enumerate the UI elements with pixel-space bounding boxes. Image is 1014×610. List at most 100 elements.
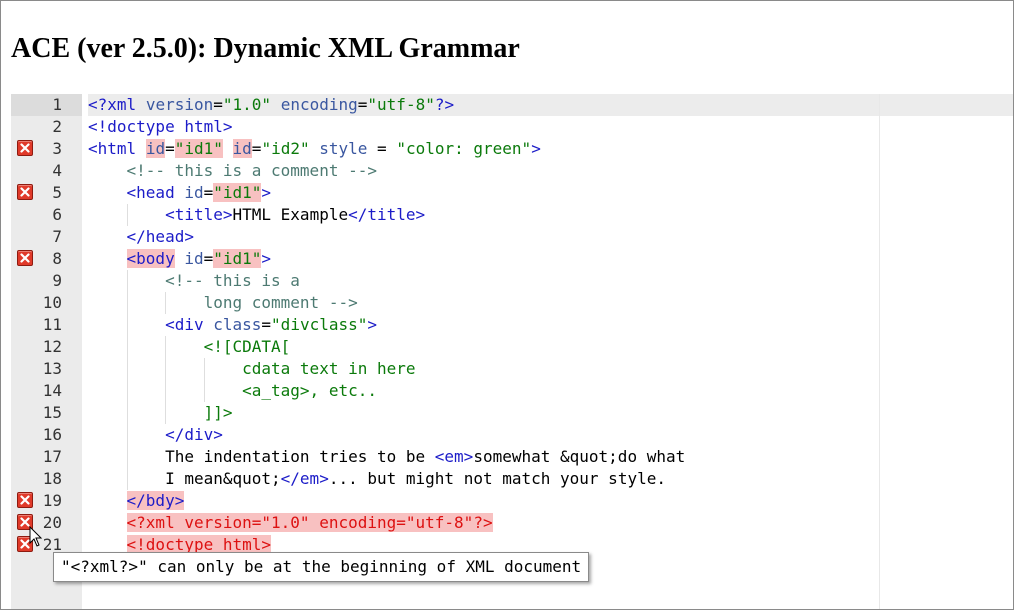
line-number-gutter[interactable]: 1234567891011121314151617181920212 [11, 94, 82, 609]
gutter-line-number[interactable]: 12 [11, 336, 82, 358]
gutter-line-number[interactable]: 5 [11, 182, 82, 204]
error-tooltip: "<?xml?>" can only be at the beginning o… [53, 552, 590, 582]
code-line: I mean&quot;</em>... but might not match… [88, 468, 666, 490]
gutter-line-number[interactable]: 7 [11, 226, 82, 248]
line-number: 17 [42, 447, 62, 466]
gutter-line-number[interactable]: 9 [11, 270, 82, 292]
code-token: <!-- this is a [165, 271, 300, 290]
gutter-line-number[interactable]: 16 [11, 424, 82, 446]
code-token: </div> [165, 425, 223, 444]
code-line: <!doctype html> [88, 116, 233, 138]
gutter-line-number[interactable]: 1 [11, 94, 82, 116]
code-token: "utf-8" [367, 95, 435, 114]
code-line: <body id="id1"> [88, 248, 271, 270]
editor-text-area[interactable]: <?xml version="1.0" encoding="utf-8"?> <!… [88, 94, 1013, 609]
code-token: <?xml version="1.0" encoding="utf-8"?> [126, 513, 493, 532]
gutter-line-number[interactable]: 11 [11, 314, 82, 336]
code-token: ?> [434, 95, 455, 114]
code-token: "color: green" [396, 139, 532, 158]
code-line: <![CDATA[ [88, 336, 291, 358]
line-number: 18 [42, 469, 62, 488]
code-token: HTML Example [232, 205, 349, 224]
code-token: version [145, 95, 214, 114]
error-icon[interactable] [17, 492, 33, 508]
line-number: 15 [42, 403, 62, 422]
gutter-line-number[interactable]: 18 [11, 468, 82, 490]
code-token: "id1" [174, 139, 223, 158]
code-token: = [357, 95, 368, 114]
code-token: <head [126, 183, 175, 202]
gutter-line-number[interactable]: 13 [11, 358, 82, 380]
gutter-line-number[interactable]: 10 [11, 292, 82, 314]
code-token: ]]> [203, 403, 233, 422]
gutter-line-number[interactable]: 8 [11, 248, 82, 270]
line-number: 14 [42, 381, 62, 400]
line-number: 13 [42, 359, 62, 378]
code-token: long comment --> [203, 293, 358, 312]
code-token: </title> [348, 205, 426, 224]
page-title: ACE (ver 2.5.0): Dynamic XML Grammar [11, 33, 520, 64]
code-token: encoding [280, 95, 358, 114]
line-number: 5 [52, 183, 62, 202]
gutter-line-number[interactable]: 6 [11, 204, 82, 226]
code-token: class [213, 315, 262, 334]
code-token: "1.0" [222, 95, 272, 114]
gutter-line-number[interactable]: 15 [11, 402, 82, 424]
code-token: <a_tag>, etc.. [242, 381, 377, 400]
code-editor[interactable]: 1234567891011121314151617181920212 <?xml… [11, 94, 1013, 609]
code-token: </em> [280, 469, 329, 488]
code-line: </head> [88, 226, 194, 248]
gutter-line-number[interactable]: 20 [11, 512, 82, 534]
code-token: "id2" [261, 139, 310, 158]
gutter-line-number[interactable]: 14 [11, 380, 82, 402]
code-token: cdata text in here [242, 359, 416, 378]
gutter-line-number[interactable]: 19 [11, 490, 82, 512]
code-token: <!doctype html> [88, 117, 233, 136]
code-line: The indentation tries to be <em>somewhat… [88, 446, 685, 468]
error-icon[interactable] [17, 250, 33, 266]
gutter-line-number[interactable]: 2 [11, 116, 82, 138]
code-line: <title>HTML Example</title> [88, 204, 425, 226]
code-token: id [232, 139, 252, 158]
code-line: long comment --> [88, 292, 358, 314]
gutter-line-number[interactable]: 17 [11, 446, 82, 468]
line-number: 1 [52, 95, 62, 114]
gutter-line-number[interactable]: 4 [11, 160, 82, 182]
line-number: 4 [52, 161, 62, 180]
line-number: 11 [42, 315, 62, 334]
code-line: <?xml version="1.0" encoding="utf-8"?> [88, 94, 454, 116]
code-token: The indentation tries to be [165, 447, 435, 466]
code-token: <?xml [88, 95, 137, 114]
code-token: = [367, 139, 397, 158]
gutter-line-number[interactable]: 3 [11, 138, 82, 160]
line-number: 12 [42, 337, 62, 356]
error-icon[interactable] [17, 140, 33, 156]
code-token: </head> [126, 227, 194, 246]
error-icon[interactable] [17, 184, 33, 200]
code-token: <!-- this is a comment --> [126, 161, 377, 180]
line-number: 3 [52, 139, 62, 158]
code-token: <![CDATA[ [203, 337, 291, 356]
code-line: cdata text in here [88, 358, 416, 380]
code-line: <a_tag>, etc.. [88, 380, 377, 402]
code-token: <em> [434, 447, 474, 466]
code-token: = [203, 183, 214, 202]
code-line: <div class="divclass"> [88, 314, 377, 336]
code-token: "divclass" [271, 315, 368, 334]
code-token: = [213, 95, 223, 114]
